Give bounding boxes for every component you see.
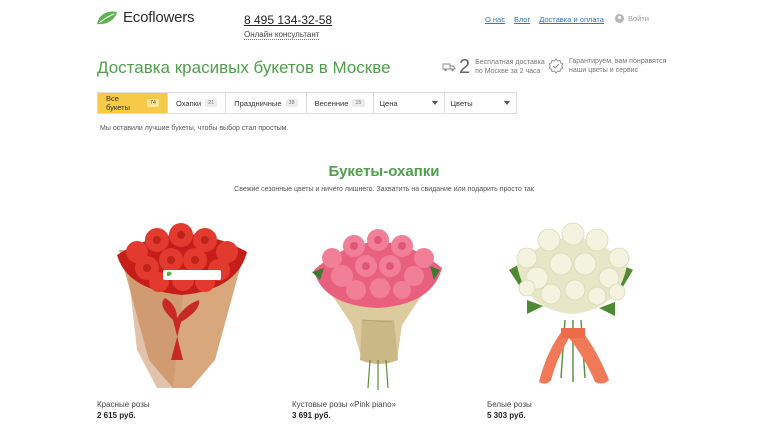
tab-count: 74 <box>146 99 159 107</box>
delivery-text: Бесплатная доставка по Москве за 2 часа <box>475 58 545 77</box>
filter-note: Мы оставили лучшие букеты, чтобы выбор с… <box>100 125 289 132</box>
logo[interactable]: Ecoflowers <box>96 9 195 26</box>
pink-roses-bouquet-image <box>312 229 442 390</box>
white-roses-bouquet-image <box>509 222 633 384</box>
price-select[interactable]: Цена <box>374 93 445 113</box>
delivery-text-line1: Бесплатная доставка <box>475 58 545 66</box>
product-price: 2 615 руб. <box>97 411 136 420</box>
tab-count: 15 <box>352 99 365 107</box>
tab-armfuls[interactable]: Охапки 21 <box>168 93 227 113</box>
tab-festive[interactable]: Праздничные 38 <box>226 93 307 113</box>
product-image[interactable] <box>487 210 657 395</box>
logo-text: Ecoflowers <box>123 9 195 26</box>
nav-blog[interactable]: Блог <box>514 15 530 24</box>
badge-icon <box>548 58 564 75</box>
header: Ecoflowers 8 495 134-32-58 Онлайн консул… <box>0 0 768 50</box>
product-card[interactable]: Красные розы 2 615 руб. <box>97 210 267 420</box>
chevron-down-icon <box>503 101 510 105</box>
login-link[interactable]: Войти <box>615 14 649 23</box>
product-price: 5 303 руб. <box>487 411 526 420</box>
product-name[interactable]: Кустовые розы «Pink piano» <box>292 400 462 409</box>
tab-all-bouquets[interactable]: Все букеты 74 <box>98 93 168 113</box>
guarantee-text-line2: наши цветы и сервис <box>569 67 638 75</box>
section-title: Букеты-охапки <box>328 163 440 180</box>
price-select-label: Цена <box>379 98 398 108</box>
product-name[interactable]: Белые розы <box>487 400 657 409</box>
guarantee-text-line1: Гарантируем, вам понравятся <box>569 58 667 65</box>
leaf-logo-icon <box>97 11 117 24</box>
tab-label: Весенние <box>314 98 349 108</box>
login-label: Войти <box>628 14 649 23</box>
nav-delivery[interactable]: Доставка и оплата <box>539 15 604 24</box>
user-icon <box>615 14 624 23</box>
tab-count: 38 <box>285 99 298 107</box>
tab-count: 21 <box>205 99 218 107</box>
chevron-down-icon <box>431 101 438 105</box>
product-price: 3 691 руб. <box>292 411 331 420</box>
delivery-promo: 2 Бесплатная доставка по Москве за 2 час… <box>442 57 545 77</box>
flowers-select[interactable]: Цветы <box>445 93 516 113</box>
phone-number[interactable]: 8 495 134-32-58 <box>244 13 332 27</box>
product-image[interactable] <box>97 210 267 395</box>
tab-label: Все букеты <box>106 94 130 112</box>
product-name[interactable]: Красные розы <box>97 400 267 409</box>
guarantee-text: Гарантируем, вам понравятся наши цветы и… <box>569 57 666 76</box>
guarantee-promo: Гарантируем, вам понравятся наши цветы и… <box>548 57 666 76</box>
product-card[interactable]: Белые розы 5 303 руб. <box>487 210 657 420</box>
nav-about[interactable]: О нас <box>485 15 505 24</box>
red-roses-bouquet-image <box>117 223 247 388</box>
page-title: Доставка красивых букетов в Москве <box>97 58 391 77</box>
delivery-hours: 2 <box>459 56 471 78</box>
truck-icon <box>442 63 456 72</box>
flowers-select-label: Цветы <box>450 98 473 108</box>
top-nav: О нас Блог Доставка и оплата <box>485 15 604 24</box>
delivery-text-line2: по Москве за 2 часа <box>475 68 541 75</box>
tab-spring[interactable]: Весенние 15 <box>307 93 374 113</box>
product-image[interactable] <box>292 210 462 395</box>
product-card[interactable]: Кустовые розы «Pink piano» 3 691 руб. <box>292 210 462 420</box>
online-consultant-link[interactable]: Онлайн консультант <box>244 30 320 40</box>
tab-label: Охапки <box>176 98 202 108</box>
tab-label: Праздничные <box>234 98 282 108</box>
filter-bar: Все букеты 74 Охапки 21 Праздничные 38 В… <box>97 92 517 114</box>
section-subtitle: Свежие сезонные цветы и ничего лишнего. … <box>234 186 534 193</box>
